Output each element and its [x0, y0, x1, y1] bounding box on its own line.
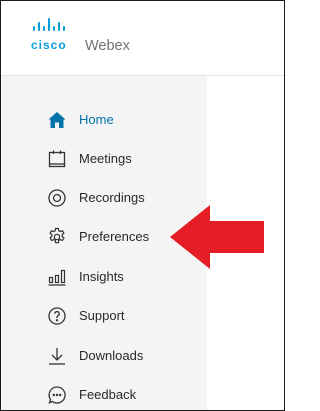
cisco-bridge-logo-icon	[33, 18, 65, 31]
sidebar-item-downloads[interactable]: Downloads	[1, 337, 207, 373]
meetings-icon	[46, 148, 68, 170]
download-icon	[46, 345, 68, 367]
sidebar-item-label: Feedback	[79, 387, 137, 402]
red-arrow-annotation	[170, 205, 264, 269]
sidebar-item-label: Home	[79, 112, 114, 127]
sidebar-item-label: Recordings	[79, 190, 145, 205]
sidebar-item-label: Support	[79, 308, 125, 323]
home-icon	[46, 109, 68, 131]
sidebar-item-feedback[interactable]: Feedback	[1, 376, 207, 410]
gear-icon	[46, 226, 68, 248]
sidebar-item-home[interactable]: Home	[1, 101, 207, 137]
product-name: Webex	[85, 38, 130, 54]
sidebar-item-support[interactable]: Support	[1, 297, 207, 333]
sidebar-item-label: Insights	[79, 269, 124, 284]
sidebar-item-meetings[interactable]: Meetings	[1, 140, 207, 176]
recordings-icon	[46, 187, 68, 209]
sidebar-item-label: Preferences	[79, 229, 150, 244]
sidebar-item-label: Meetings	[79, 151, 132, 166]
app-window: cisco Webex Home Meetings Recordings Pre…	[0, 0, 285, 411]
cisco-webex-logo[interactable]: cisco Webex	[31, 18, 211, 62]
insights-icon	[46, 266, 68, 288]
app-header: cisco Webex	[1, 1, 284, 76]
sidebar-item-label: Downloads	[79, 348, 144, 363]
brand-name: cisco	[31, 38, 67, 52]
feedback-icon	[46, 384, 68, 406]
help-icon	[46, 305, 68, 327]
